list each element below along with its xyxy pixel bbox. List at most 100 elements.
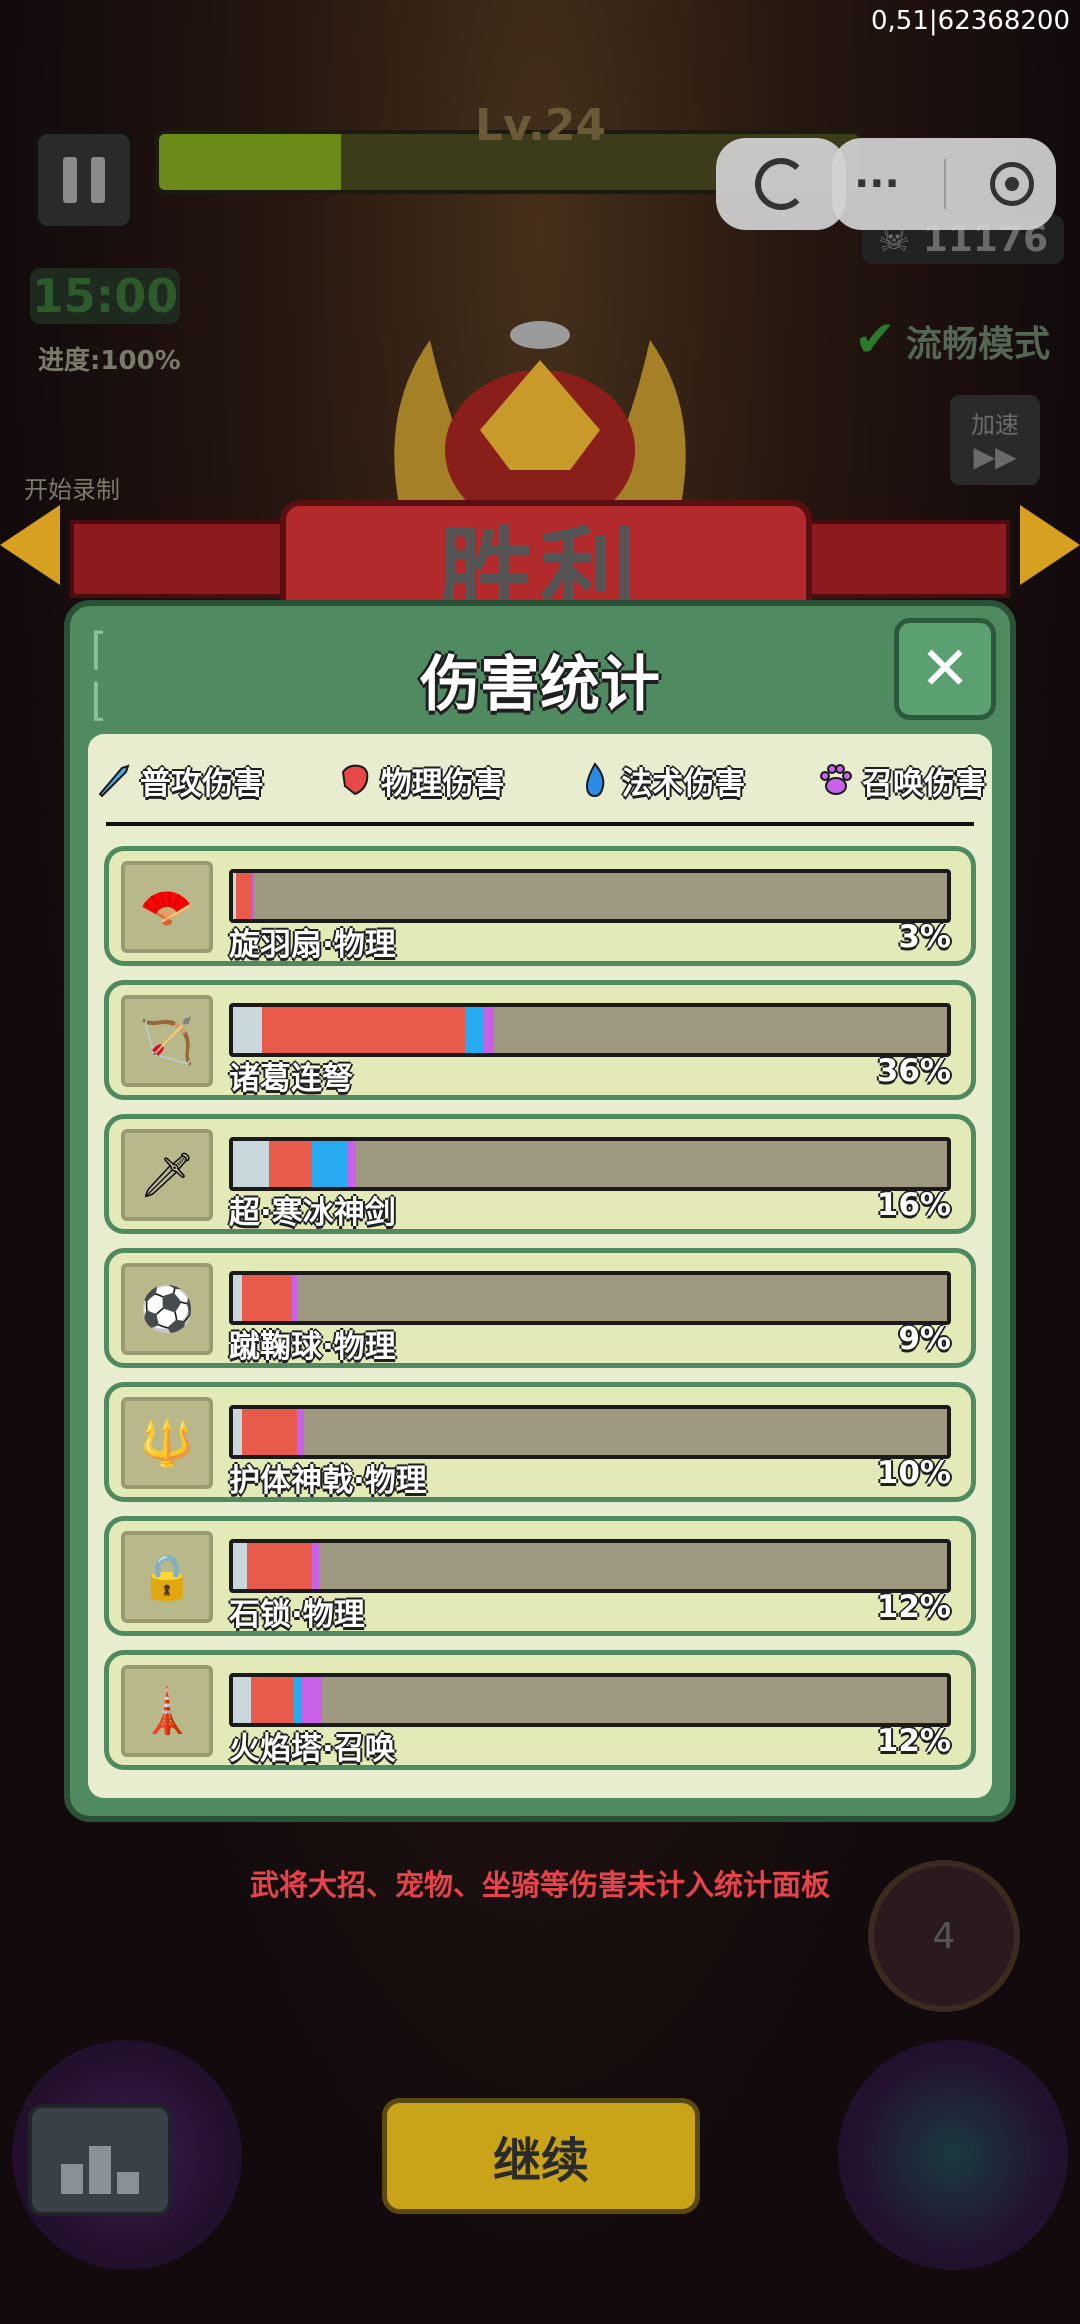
damage-bar [229, 1003, 951, 1057]
crossbow-icon: 🏹 [121, 995, 213, 1087]
legend-label: 普攻伤害 [140, 765, 264, 802]
vortex-orb [838, 2040, 1068, 2270]
damage-bar [229, 1137, 951, 1191]
damage-percent: 12% [876, 1723, 951, 1759]
stone-lock-icon: 🔒 [121, 1531, 213, 1623]
pause-button[interactable] [34, 130, 134, 230]
fan-icon: 🪭 [121, 861, 213, 953]
progress-text: 进度:100% [38, 346, 181, 376]
weapon-row: 🗼 火焰塔·召唤 12% [104, 1650, 976, 1770]
capsule-divider [943, 159, 946, 209]
damage-segment [465, 1007, 483, 1053]
damage-percent: 10% [876, 1455, 951, 1491]
close-target-icon[interactable] [989, 162, 1034, 206]
damage-percent: 9% [898, 1321, 951, 1357]
damage-segment [235, 873, 252, 919]
timer: 15:00 [30, 268, 180, 324]
damage-segment [251, 873, 255, 919]
legend-divider [106, 822, 974, 826]
flame-icon [575, 760, 615, 800]
pause-icon [63, 157, 77, 203]
smooth-mode-toggle[interactable]: ✔ 流畅模式 [854, 310, 1050, 368]
speed-button[interactable]: 加速 ▶▶ [950, 395, 1040, 485]
continue-button[interactable]: 继续 [382, 2098, 700, 2214]
damage-segment [250, 1677, 294, 1723]
damage-percent: 36% [876, 1053, 951, 1089]
ice-sword-icon: 🗡 [121, 1129, 213, 1221]
halberd-icon: 🔱 [121, 1397, 213, 1489]
damage-segment [233, 1275, 242, 1321]
legend-label: 法术伤害 [621, 765, 746, 802]
legend-label: 物理伤害 [380, 765, 505, 802]
sword-icon [94, 760, 134, 800]
damage-segment [268, 1141, 312, 1187]
damage-bar [229, 1673, 951, 1727]
damage-segment [293, 1677, 303, 1723]
damage-segment [233, 1409, 242, 1455]
weapon-row: 🔱 护体神戟·物理 10% [104, 1382, 976, 1502]
speed-label: 加速 [971, 411, 1019, 439]
podium-icon [61, 2164, 83, 2194]
legend-item: 物理伤害 [335, 752, 505, 808]
fast-forward-icon: ▶▶ [973, 440, 1017, 473]
legend-item: 普攻伤害 [94, 752, 264, 808]
damage-segment [233, 1141, 269, 1187]
more-icon[interactable]: ··· [854, 161, 900, 207]
level-label: Lv.24 [475, 100, 607, 151]
weapon-name: 石锁·物理 [229, 1597, 365, 1633]
weapon-name: 诸葛连弩 [229, 1061, 353, 1097]
smooth-mode-label: 流畅模式 [905, 324, 1050, 365]
damage-bar [229, 1539, 951, 1593]
close-button[interactable]: ✕ [894, 618, 996, 720]
damage-segment [311, 1141, 348, 1187]
weapon-row: 🗡 超·寒冰神剑 16% [104, 1114, 976, 1234]
fist-icon [335, 760, 375, 800]
weapon-name: 蹴鞠球·物理 [229, 1329, 396, 1365]
damage-segment [291, 1275, 298, 1321]
damage-segment [241, 1275, 292, 1321]
ball-icon: ⚽ [121, 1263, 213, 1355]
damage-bar [229, 1271, 951, 1325]
checkmark-icon: ✔ [854, 310, 896, 368]
damage-segment [233, 1677, 251, 1723]
damage-segment [347, 1141, 356, 1187]
weapon-name: 护体神戟·物理 [229, 1463, 427, 1499]
weapon-list: 🪭 旋羽扇·物理 3% 🏹 诸葛连弩 36% 🗡 超·寒冰神剑 16% ⚽ 蹴鞠球·物理 9% 🔱 护体神… [104, 846, 976, 1784]
damage-segment [302, 1677, 323, 1723]
dialog-content: 普攻伤害 物理伤害 法术伤害 召唤伤害 🪭 旋羽扇·物理 3% 🏹 诸葛连弩 36% 🗡 超·寒冰神… [88, 734, 992, 1798]
damage-segment [233, 1007, 262, 1053]
weapon-row: 🔒 石锁·物理 12% [104, 1516, 976, 1636]
damage-percent: 12% [876, 1589, 951, 1625]
victory-emblem [394, 321, 686, 520]
damage-percent: 16% [876, 1187, 951, 1223]
weapon-name: 旋羽扇·物理 [229, 927, 396, 963]
xp-fill [159, 134, 341, 190]
legend-item: 法术伤害 [575, 752, 745, 808]
damage-segment [482, 1007, 494, 1053]
damage-legend: 普攻伤害 物理伤害 法术伤害 召唤伤害 [88, 752, 992, 808]
weapon-row: 🏹 诸葛连弩 36% [104, 980, 976, 1100]
menu-capsule[interactable]: ··· [832, 138, 1056, 230]
damage-segment [311, 1543, 319, 1589]
legend-label: 召唤伤害 [861, 765, 986, 802]
damage-segment [247, 1543, 312, 1589]
footnote: 武将大招、宠物、坐骑等伤害未计入统计面板 [249, 1868, 830, 1902]
damage-bar [229, 869, 951, 923]
weapon-name: 火焰塔·召唤 [229, 1731, 396, 1767]
damage-segment [241, 1409, 298, 1455]
weapon-name: 超·寒冰神剑 [229, 1195, 396, 1231]
damage-segment [297, 1409, 305, 1455]
damage-bar [229, 1405, 951, 1459]
stats-button[interactable] [28, 2104, 172, 2216]
damage-segment [261, 1007, 466, 1053]
weapon-row: 🪭 旋羽扇·物理 3% [104, 846, 976, 966]
damage-stats-dialog: ⌈ ⌊ 伤害统计 ✕ 普攻伤害 物理伤害 法术伤害 召唤伤害 🪭 旋羽扇·物理 3% 🏹 诸葛连… [64, 600, 1016, 1822]
paw-icon [816, 760, 856, 800]
device-id-text: 0,51|62368200 [871, 6, 1070, 36]
pacman-icon [755, 158, 807, 210]
damage-segment [233, 1543, 248, 1589]
damage-percent: 3% [898, 919, 951, 955]
legend-item: 召唤伤害 [816, 752, 986, 808]
share-button[interactable] [716, 138, 846, 230]
weapon-row: ⚽ 蹴鞠球·物理 9% [104, 1248, 976, 1368]
